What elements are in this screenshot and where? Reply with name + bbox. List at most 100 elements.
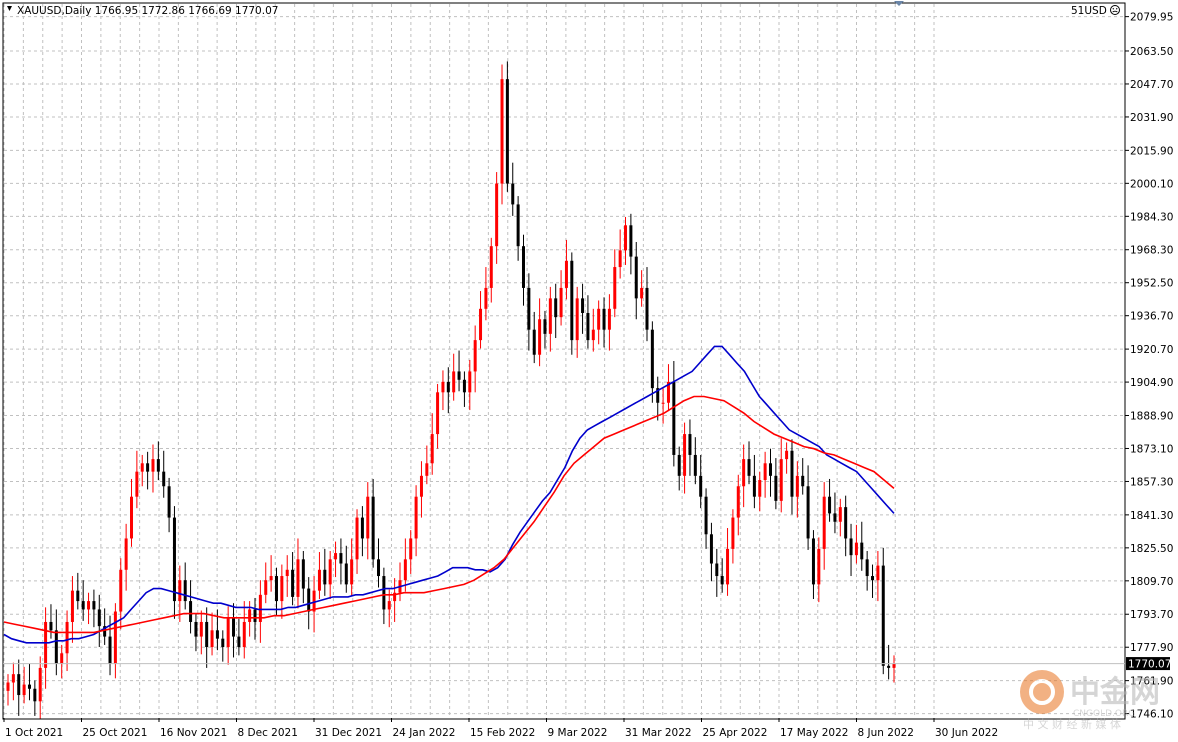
candle-body	[774, 475, 778, 501]
candle-body	[489, 246, 493, 288]
x-tick-label: 8 Jun 2022	[858, 727, 914, 739]
y-tick-label: 2063.50	[1130, 46, 1173, 58]
candle-body	[194, 621, 198, 637]
candle-body	[189, 601, 193, 622]
watermark-tagline: 中 文 财 经 新 媒 体	[1023, 717, 1121, 731]
candle-body	[156, 459, 160, 472]
candle-body	[693, 454, 697, 476]
y-tick-label: 1920.70	[1130, 344, 1173, 356]
candle-body	[677, 454, 681, 476]
candle-body	[543, 319, 547, 334]
x-tick-label: 16 Nov 2021	[160, 727, 227, 739]
y-tick-label: 1873.10	[1130, 443, 1173, 455]
candle-body	[97, 609, 101, 627]
candle-body	[704, 496, 708, 535]
candle-body	[124, 538, 128, 570]
candle-body	[172, 517, 176, 602]
y-tick-label: 1952.50	[1130, 278, 1173, 290]
candle-body	[715, 563, 719, 577]
candle-body	[865, 559, 869, 577]
candle-body	[591, 329, 595, 341]
candle-body	[726, 548, 730, 585]
y-tick-label: 2031.90	[1130, 112, 1173, 124]
candle-body	[597, 308, 601, 330]
candle-body	[60, 653, 64, 664]
candle-body	[554, 298, 558, 318]
candle-body	[403, 559, 407, 581]
candle-body	[758, 480, 762, 497]
candle-body	[285, 569, 289, 577]
candle-body	[291, 569, 295, 597]
candle-body	[296, 559, 300, 597]
candle-body	[387, 601, 391, 610]
candle-body	[119, 569, 123, 612]
price-chart[interactable]: 2079.95 2063.50 2047.70 2031.90 2015.90 2000.…	[0, 0, 1178, 742]
candle-body	[17, 674, 21, 696]
candle-body	[355, 517, 359, 560]
candle-body	[323, 569, 327, 585]
candle-body	[441, 381, 445, 393]
candle-body	[672, 381, 676, 455]
current-price-value: 1770.07	[1128, 659, 1171, 671]
y-tick-label: 1857.30	[1130, 476, 1173, 488]
candle-body	[629, 225, 633, 257]
candle-body	[828, 496, 832, 514]
candle-body	[178, 580, 182, 602]
candle-body	[130, 496, 134, 539]
candle-body	[516, 204, 520, 247]
candle-body	[430, 434, 434, 464]
y-tick-label: 1888.90	[1130, 410, 1173, 422]
y-tick-label: 1984.30	[1130, 211, 1173, 223]
candle-body	[27, 684, 31, 689]
y-tick-label: 2079.95	[1130, 12, 1173, 24]
watermark-logo-icon	[1020, 670, 1064, 714]
candle-body	[371, 496, 375, 560]
watermark-brand: 中金网	[1070, 675, 1160, 710]
candle-body	[108, 636, 112, 664]
y-tick-label: 1968.30	[1130, 245, 1173, 257]
candle-body	[699, 475, 703, 497]
candle-body	[452, 371, 456, 393]
candle-body	[742, 459, 746, 487]
candle-body	[779, 459, 783, 501]
candle-body	[688, 434, 692, 455]
candle-body	[33, 688, 37, 702]
y-tick-label: 1904.90	[1130, 377, 1173, 389]
symbol-info-label: XAUUSD,Daily 1766.95 1772.86 1766.69 177…	[17, 5, 278, 17]
candle-body	[785, 450, 789, 460]
candle-body	[274, 576, 278, 602]
candle-body	[586, 312, 590, 341]
candle-body	[280, 576, 284, 602]
candle-body	[462, 379, 466, 393]
candle-body	[613, 267, 617, 309]
y-tick-label: 1825.50	[1130, 543, 1173, 555]
candle-body	[811, 538, 815, 585]
candle-body	[210, 630, 214, 648]
candle-body	[167, 486, 171, 518]
candle-body	[81, 601, 85, 610]
candle-body	[140, 463, 144, 472]
x-tick-label: 25 Oct 2021	[83, 727, 148, 739]
candle-body	[339, 553, 343, 564]
y-tick-label: 2000.10	[1130, 178, 1173, 190]
candle-body	[607, 308, 611, 330]
candle-body	[564, 260, 568, 288]
candle-body	[645, 287, 649, 330]
x-tick-label: 8 Dec 2021	[238, 727, 298, 739]
y-tick-label: 1746.10	[1130, 709, 1173, 721]
candle-body	[221, 638, 225, 648]
candle-body	[65, 621, 69, 654]
candle-body	[70, 590, 74, 622]
y-tick-label: 1793.70	[1130, 609, 1173, 621]
candle-body	[484, 287, 488, 309]
candle-body	[650, 329, 654, 389]
y-tick-label: 1809.70	[1130, 576, 1173, 588]
candle-body	[301, 559, 305, 589]
candle-body	[409, 538, 413, 560]
candle-body	[838, 507, 842, 522]
candle-body	[871, 576, 875, 581]
candle-body	[538, 319, 542, 355]
candle-body	[479, 308, 483, 341]
candle-body	[581, 298, 585, 313]
candle-body	[382, 576, 386, 610]
